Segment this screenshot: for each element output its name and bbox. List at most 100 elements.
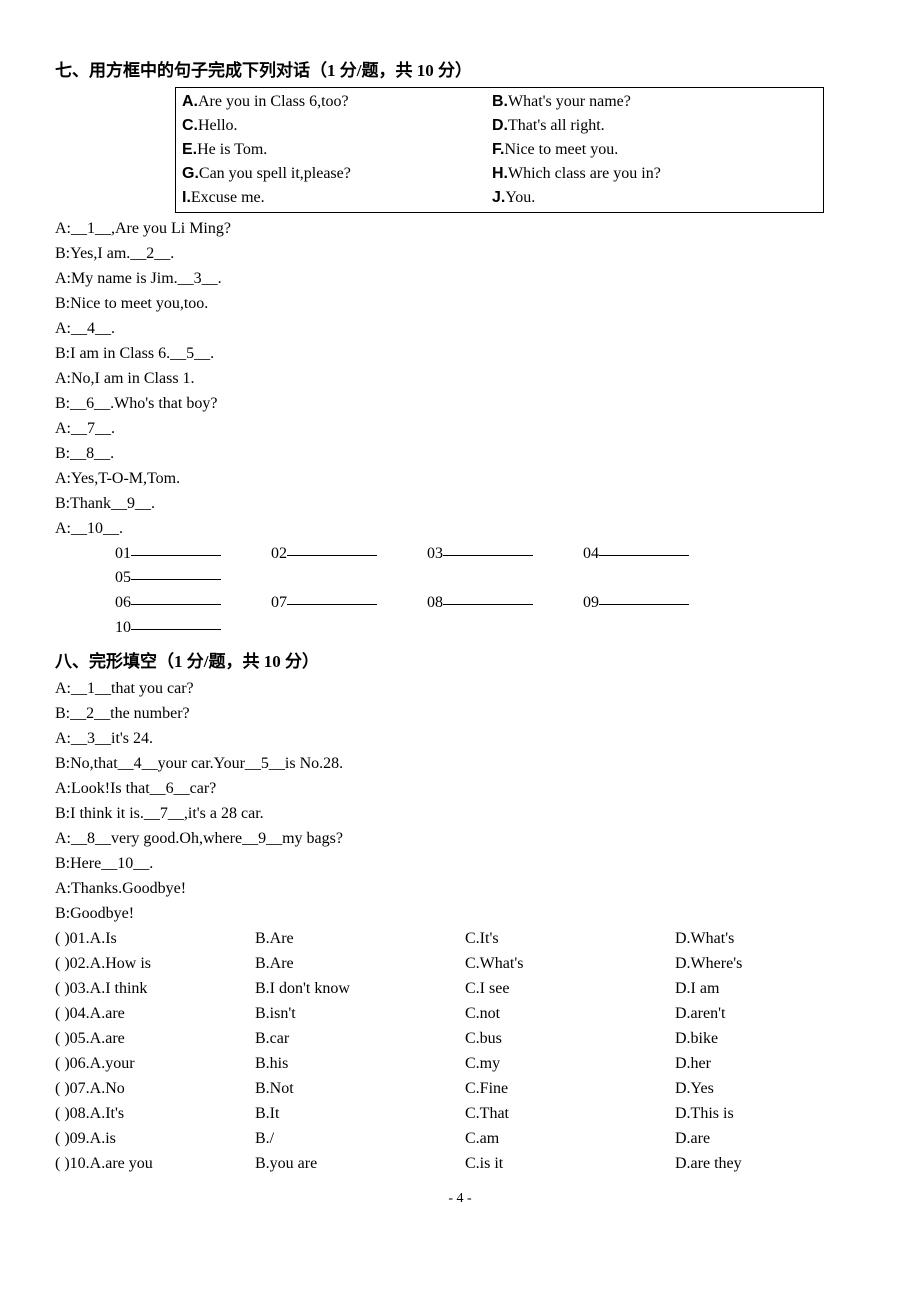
box-item-I: I.Excuse me. bbox=[182, 186, 492, 210]
answer-blank[interactable] bbox=[131, 579, 221, 580]
cloze-number: ( )09.A.is bbox=[55, 1127, 255, 1151]
dialog-line: A:__3__it's 24. bbox=[55, 727, 865, 751]
box-text: Can you spell it,please? bbox=[199, 165, 351, 182]
answer-label: 04 bbox=[583, 545, 599, 562]
cloze-row: ( )01.A.IsB.AreC.It'sD.What's bbox=[55, 927, 865, 951]
answer-label: 03 bbox=[427, 545, 443, 562]
cloze-option-b: B.Not bbox=[255, 1077, 465, 1101]
cloze-number: ( )03.A.I think bbox=[55, 977, 255, 1001]
cloze-number: ( )10.A.are you bbox=[55, 1152, 255, 1176]
answer-row-1: 01 02 03 04 05 bbox=[115, 542, 865, 592]
box-text: What's your name? bbox=[508, 93, 631, 110]
dialog-line: B:Goodbye! bbox=[55, 902, 865, 926]
dialog-line: A:Yes,T-O-M,Tom. bbox=[55, 467, 865, 491]
dialog-line: A:__1__that you car? bbox=[55, 677, 865, 701]
cloze-option-c: C.not bbox=[465, 1002, 675, 1026]
answer-blank[interactable] bbox=[599, 604, 689, 605]
cloze-option-b: B.It bbox=[255, 1102, 465, 1126]
cloze-option-d: D.This is bbox=[675, 1102, 865, 1126]
answer-label: 02 bbox=[271, 545, 287, 562]
cloze-option-b: B./ bbox=[255, 1127, 465, 1151]
box-item-C: C.Hello. bbox=[182, 114, 492, 138]
dialog-line: B:I am in Class 6.__5__. bbox=[55, 342, 865, 366]
dialog-line: A:Look!Is that__6__car? bbox=[55, 777, 865, 801]
answer-label: 05 bbox=[115, 569, 131, 586]
box-text: Excuse me. bbox=[191, 189, 265, 206]
box-text: He is Tom. bbox=[197, 141, 267, 158]
box-text: That's all right. bbox=[508, 117, 605, 134]
cloze-option-d: D.Yes bbox=[675, 1077, 865, 1101]
dialog-line: A:No,I am in Class 1. bbox=[55, 367, 865, 391]
cloze-option-b: B.his bbox=[255, 1052, 465, 1076]
box-item-A: A.Are you in Class 6,too? bbox=[182, 90, 492, 114]
cloze-row: ( )04.A.areB.isn'tC.notD.aren't bbox=[55, 1002, 865, 1026]
cloze-number: ( )08.A.It's bbox=[55, 1102, 255, 1126]
answer-blank[interactable] bbox=[287, 604, 377, 605]
cloze-row: ( )06.A.yourB.hisC.myD.her bbox=[55, 1052, 865, 1076]
answer-label: 07 bbox=[271, 594, 287, 611]
options-box: A.Are you in Class 6,too? B.What's your … bbox=[175, 87, 824, 213]
answer-blank[interactable] bbox=[443, 604, 533, 605]
answer-blank[interactable] bbox=[599, 555, 689, 556]
dialog-line: B:I think it is.__7__,it's a 28 car. bbox=[55, 802, 865, 826]
dialog-line: A:__7__. bbox=[55, 417, 865, 441]
cloze-number: ( )04.A.are bbox=[55, 1002, 255, 1026]
section7-heading: 七、用方框中的句子完成下列对话（1 分/题，共 10 分） bbox=[55, 58, 865, 84]
cloze-option-d: D.Where's bbox=[675, 952, 865, 976]
cloze-option-d: D.I am bbox=[675, 977, 865, 1001]
cloze-option-d: D.are bbox=[675, 1127, 865, 1151]
cloze-option-b: B.car bbox=[255, 1027, 465, 1051]
cloze-option-d: D.are they bbox=[675, 1152, 865, 1176]
box-item-J: J.You. bbox=[492, 186, 817, 210]
dialog-line: B:__8__. bbox=[55, 442, 865, 466]
box-item-G: G.Can you spell it,please? bbox=[182, 162, 492, 186]
box-text: You. bbox=[505, 189, 535, 206]
box-item-B: B.What's your name? bbox=[492, 90, 817, 114]
answer-label: 01 bbox=[115, 545, 131, 562]
box-text: Hello. bbox=[198, 117, 238, 134]
answer-label: 06 bbox=[115, 594, 131, 611]
dialog-line: A:Thanks.Goodbye! bbox=[55, 877, 865, 901]
cloze-number: ( )07.A.No bbox=[55, 1077, 255, 1101]
cloze-option-c: C.am bbox=[465, 1127, 675, 1151]
cloze-number: ( )05.A.are bbox=[55, 1027, 255, 1051]
cloze-option-c: C.It's bbox=[465, 927, 675, 951]
cloze-row: ( )09.A.isB./C.amD.are bbox=[55, 1127, 865, 1151]
box-item-H: H.Which class are you in? bbox=[492, 162, 817, 186]
cloze-row: ( )07.A.NoB.NotC.FineD.Yes bbox=[55, 1077, 865, 1101]
answer-blank[interactable] bbox=[131, 629, 221, 630]
cloze-option-c: C.That bbox=[465, 1102, 675, 1126]
answer-blank[interactable] bbox=[443, 555, 533, 556]
box-item-F: F.Nice to meet you. bbox=[492, 138, 817, 162]
box-item-E: E.He is Tom. bbox=[182, 138, 492, 162]
cloze-option-c: C.bus bbox=[465, 1027, 675, 1051]
answer-blank[interactable] bbox=[131, 555, 221, 556]
cloze-number: ( )01.A.Is bbox=[55, 927, 255, 951]
box-item-D: D.That's all right. bbox=[492, 114, 817, 138]
dialog-line: B:No,that__4__your car.Your__5__is No.28… bbox=[55, 752, 865, 776]
dialog-line: B:Nice to meet you,too. bbox=[55, 292, 865, 316]
cloze-option-b: B.Are bbox=[255, 927, 465, 951]
cloze-option-b: B.I don't know bbox=[255, 977, 465, 1001]
box-text: Nice to meet you. bbox=[504, 141, 618, 158]
cloze-option-d: D.her bbox=[675, 1052, 865, 1076]
answer-label: 10 bbox=[115, 619, 131, 636]
dialog-line: A:__8__very good.Oh,where__9__my bags? bbox=[55, 827, 865, 851]
box-text: Are you in Class 6,too? bbox=[198, 93, 349, 110]
dialog-line: A:__4__. bbox=[55, 317, 865, 341]
answer-blank[interactable] bbox=[131, 604, 221, 605]
cloze-row: ( )05.A.areB.carC.busD.bike bbox=[55, 1027, 865, 1051]
answer-blank[interactable] bbox=[287, 555, 377, 556]
section8-heading: 八、完形填空（1 分/题，共 10 分） bbox=[55, 649, 865, 675]
cloze-option-b: B.isn't bbox=[255, 1002, 465, 1026]
cloze-number: ( )02.A.How is bbox=[55, 952, 255, 976]
cloze-option-d: D.bike bbox=[675, 1027, 865, 1051]
dialog-line: B:Here__10__. bbox=[55, 852, 865, 876]
answer-label: 09 bbox=[583, 594, 599, 611]
dialog-line: A:__10__. bbox=[55, 517, 865, 541]
cloze-number: ( )06.A.your bbox=[55, 1052, 255, 1076]
dialog-line: B:Thank__9__. bbox=[55, 492, 865, 516]
box-text: Which class are you in? bbox=[508, 165, 661, 182]
cloze-option-d: D.What's bbox=[675, 927, 865, 951]
cloze-option-b: B.you are bbox=[255, 1152, 465, 1176]
